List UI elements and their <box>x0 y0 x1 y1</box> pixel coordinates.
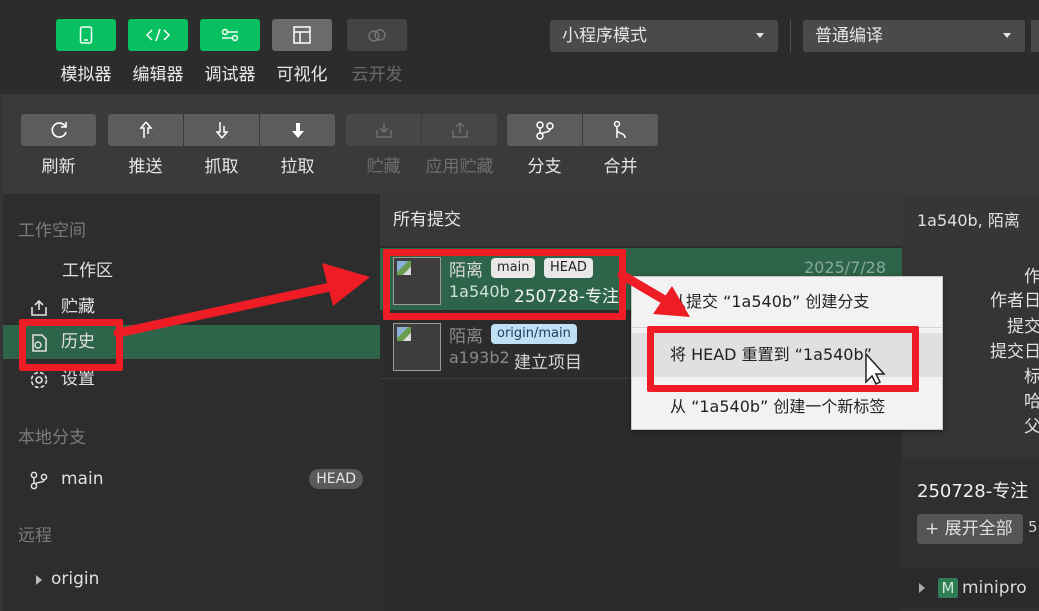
commit-hash: a193b2 <box>449 348 510 367</box>
branch-button[interactable] <box>507 114 582 146</box>
stash-button[interactable] <box>346 114 421 146</box>
chevron-right-icon <box>919 583 925 593</box>
author-date-label: 作者日 <box>990 291 1039 311</box>
debugger-label: 调试器 <box>204 65 256 85</box>
chevron-down-icon <box>1003 33 1011 38</box>
tag-label: 标 <box>1024 367 1039 387</box>
head-badge: HEAD <box>309 469 363 489</box>
annotation-box-history <box>19 319 123 371</box>
file-name: minipro <box>962 578 1027 598</box>
chevron-right-icon[interactable] <box>36 575 42 585</box>
details-header: 1a540b, 陌离 <box>902 194 1039 248</box>
simulator-label: 模拟器 <box>60 65 112 85</box>
sidebar-item-working-area[interactable]: 工作区 <box>3 254 380 288</box>
compile-select[interactable]: 普通编译 <box>803 20 1025 52</box>
hash-label: 哈 <box>1024 392 1039 412</box>
menu-item-label: 从 “1a540b” 创建一个新标签 <box>670 397 886 416</box>
pull-icon <box>291 123 304 138</box>
pull-label: 拉取 <box>280 157 315 177</box>
fetch-icon <box>214 122 229 139</box>
modified-badge: M <box>938 578 958 598</box>
remote-branch-tag: origin/main <box>491 324 577 344</box>
avatar <box>393 323 441 371</box>
commit-date: 2025/7/28 <box>803 258 886 277</box>
code-icon <box>146 28 170 42</box>
simulator-button[interactable] <box>56 19 116 51</box>
committer-label: 提交 <box>1007 317 1039 337</box>
visual-button[interactable] <box>272 19 332 51</box>
divider <box>790 20 791 52</box>
merge-label: 合并 <box>603 157 638 177</box>
apply-stash-label: 应用贮藏 <box>425 157 494 177</box>
remote-section-title: 远程 <box>18 526 52 546</box>
branch-icon <box>30 471 48 490</box>
annotation-box-commit <box>383 249 626 320</box>
local-branches-title: 本地分支 <box>18 428 86 448</box>
debug-icon <box>221 28 239 42</box>
apply-stash-icon <box>451 121 468 138</box>
toolbar-overflow <box>1031 20 1039 52</box>
top-toolbar: 模拟器 编辑器 调试器 可视化 云开发 小程序模式 普通编译 <box>0 0 1039 94</box>
visual-label: 可视化 <box>276 65 328 85</box>
commit-author: 陌离 <box>449 327 483 347</box>
refresh-button[interactable] <box>21 114 96 146</box>
branch-name: main <box>61 469 104 489</box>
cloud-icon <box>368 29 386 42</box>
author-label: 作 <box>1024 267 1039 287</box>
stash-icon <box>31 299 47 316</box>
merge-icon <box>613 120 626 139</box>
phone-icon <box>79 26 93 44</box>
branch-item-main[interactable]: main HEAD <box>3 462 380 496</box>
apply-stash-button[interactable] <box>422 114 497 146</box>
changed-files-count: 5 <box>1028 518 1038 536</box>
expand-all-button[interactable]: + 展开全部 <box>917 514 1023 544</box>
compile-select-value: 普通编译 <box>815 26 883 46</box>
stash-label: 贮藏 <box>366 157 401 177</box>
mode-select[interactable]: 小程序模式 <box>550 20 778 52</box>
parent-label: 父 <box>1024 417 1039 437</box>
changed-file-row[interactable]: Mminipro <box>902 568 1039 608</box>
sidebar-item-label: 工作区 <box>62 261 113 281</box>
details-commit-title: 250728-专注 <box>917 481 1029 502</box>
editor-button[interactable] <box>128 19 188 51</box>
push-icon <box>138 121 153 138</box>
pull-button[interactable] <box>260 114 335 146</box>
chevron-down-icon <box>756 33 764 38</box>
fetch-label: 抓取 <box>204 157 239 177</box>
git-toolbar: 刷新 推送 抓取 拉取 贮藏 应用贮藏 分支 合并 <box>3 94 1039 194</box>
commit-message: 建立项目 <box>514 353 582 373</box>
push-label: 推送 <box>128 157 163 177</box>
stash-icon <box>375 123 392 138</box>
editor-label: 编辑器 <box>132 65 184 85</box>
remote-item-origin[interactable]: origin <box>3 562 380 596</box>
cloud-button[interactable] <box>347 19 407 51</box>
mode-select-value: 小程序模式 <box>562 26 647 46</box>
remote-name: origin <box>51 569 100 589</box>
cloud-label: 云开发 <box>351 65 403 85</box>
git-sidebar: 工作空间 工作区 贮藏 历史 设置 本地分支 main HEAD 远程 orig… <box>3 194 380 611</box>
merge-button[interactable] <box>583 114 658 146</box>
layout-icon <box>293 26 311 44</box>
commit-date-label: 提交日 <box>990 342 1039 362</box>
commit-list-header: 所有提交 <box>380 194 902 246</box>
refresh-icon <box>51 122 67 138</box>
debugger-button[interactable] <box>200 19 260 51</box>
push-button[interactable] <box>108 114 183 146</box>
workspace-section-title: 工作空间 <box>18 221 86 241</box>
menu-item-label: 从提交 “1a540b” 创建分支 <box>670 292 870 311</box>
refresh-label: 刷新 <box>41 157 76 177</box>
gear-icon <box>30 371 48 389</box>
branch-icon <box>535 121 554 140</box>
branch-label: 分支 <box>527 157 562 177</box>
fetch-button[interactable] <box>184 114 259 146</box>
annotation-box-reset <box>647 326 919 392</box>
menu-item-create-branch[interactable]: 从提交 “1a540b” 创建分支 <box>632 280 942 324</box>
expand-all-label: + 展开全部 <box>925 519 1013 539</box>
